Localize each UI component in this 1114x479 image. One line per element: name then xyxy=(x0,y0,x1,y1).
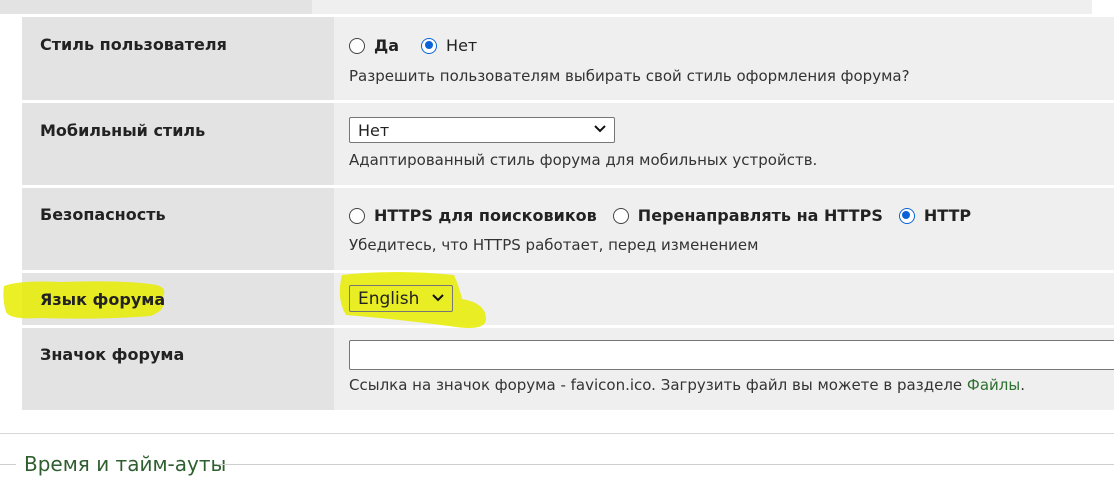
mobile-style-selected-value: Нет xyxy=(358,120,390,140)
https-search-engines-radio[interactable] xyxy=(349,207,365,224)
mobile-style-select[interactable]: Нет xyxy=(349,117,615,143)
files-link[interactable]: Файлы xyxy=(967,376,1020,394)
description-end: . xyxy=(1020,376,1025,394)
user-style-yes-label[interactable]: Да xyxy=(374,36,399,55)
description-text: Ссылка на значок форума - favicon.ico. З… xyxy=(349,376,967,394)
forum-icon-input[interactable] xyxy=(349,340,1114,370)
chevron-down-icon xyxy=(594,125,606,133)
setting-label-cell: Стиль пользователя xyxy=(22,17,334,100)
redirect-https-label[interactable]: Перенаправлять на HTTPS xyxy=(638,206,883,225)
user-style-no-radio[interactable] xyxy=(421,37,438,54)
setting-label: Мобильный стиль xyxy=(40,121,206,140)
section-legend: Время и тайм-ауты xyxy=(24,452,227,476)
http-radio[interactable] xyxy=(898,207,915,224)
setting-label: Значок форума xyxy=(40,345,185,364)
chevron-down-icon xyxy=(432,293,444,301)
http-label[interactable]: HTTP xyxy=(924,206,971,225)
setting-label-cell: Безопасность xyxy=(22,188,334,270)
setting-label-cell: Значок форума xyxy=(22,328,334,410)
setting-label: Стиль пользователя xyxy=(40,35,227,54)
setting-value-cell: Да Нет Разрешить пользователям выбирать … xyxy=(334,17,1114,100)
user-style-no-label[interactable]: Нет xyxy=(446,36,477,55)
setting-label: Безопасность xyxy=(40,205,166,224)
security-radio-group: HTTPS для поисковиков Перенаправлять на … xyxy=(349,206,987,225)
fieldset-border xyxy=(217,464,1114,465)
setting-label: Язык форума xyxy=(40,290,166,309)
setting-row-forum-language: Язык форума English xyxy=(3,272,1114,328)
user-style-radio-group: Да Нет xyxy=(349,36,493,55)
setting-description: Разрешить пользователям выбирать свой ст… xyxy=(349,67,910,85)
redirect-https-radio[interactable] xyxy=(612,207,629,224)
setting-row-user-style: Стиль пользователя Да Нет Разрешить поль… xyxy=(22,17,1114,100)
setting-label-cell: Мобильный стиль xyxy=(22,103,334,185)
previous-row-fragment xyxy=(0,0,1092,14)
setting-row-forum-icon: Значок форума Ссылка на значок форума - … xyxy=(22,328,1114,410)
section-divider xyxy=(0,433,1114,434)
https-search-engines-label[interactable]: HTTPS для поисковиков xyxy=(374,206,597,225)
setting-description: Ссылка на значок форума - favicon.ico. З… xyxy=(349,376,1025,394)
setting-value-cell: Ссылка на значок форума - favicon.ico. З… xyxy=(334,328,1114,410)
fieldset-border xyxy=(0,464,16,465)
forum-language-select[interactable]: English xyxy=(349,285,453,312)
setting-value-cell: Нет Адаптированный стиль форума для моби… xyxy=(334,103,1114,185)
setting-row-mobile-style: Мобильный стиль Нет Адаптированный стиль… xyxy=(22,103,1114,185)
setting-description: Убедитесь, что HTTPS работает, перед изм… xyxy=(349,236,759,254)
user-style-yes-radio[interactable] xyxy=(349,37,365,54)
setting-row-security: Безопасность HTTPS для поисковиков Перен… xyxy=(22,188,1114,270)
setting-label-cell: Язык форума xyxy=(3,273,334,325)
forum-language-selected-value: English xyxy=(358,288,420,309)
setting-value-cell: HTTPS для поисковиков Перенаправлять на … xyxy=(334,188,1114,270)
setting-value-cell: English xyxy=(334,272,1114,328)
setting-description: Адаптированный стиль форума для мобильны… xyxy=(349,151,818,169)
